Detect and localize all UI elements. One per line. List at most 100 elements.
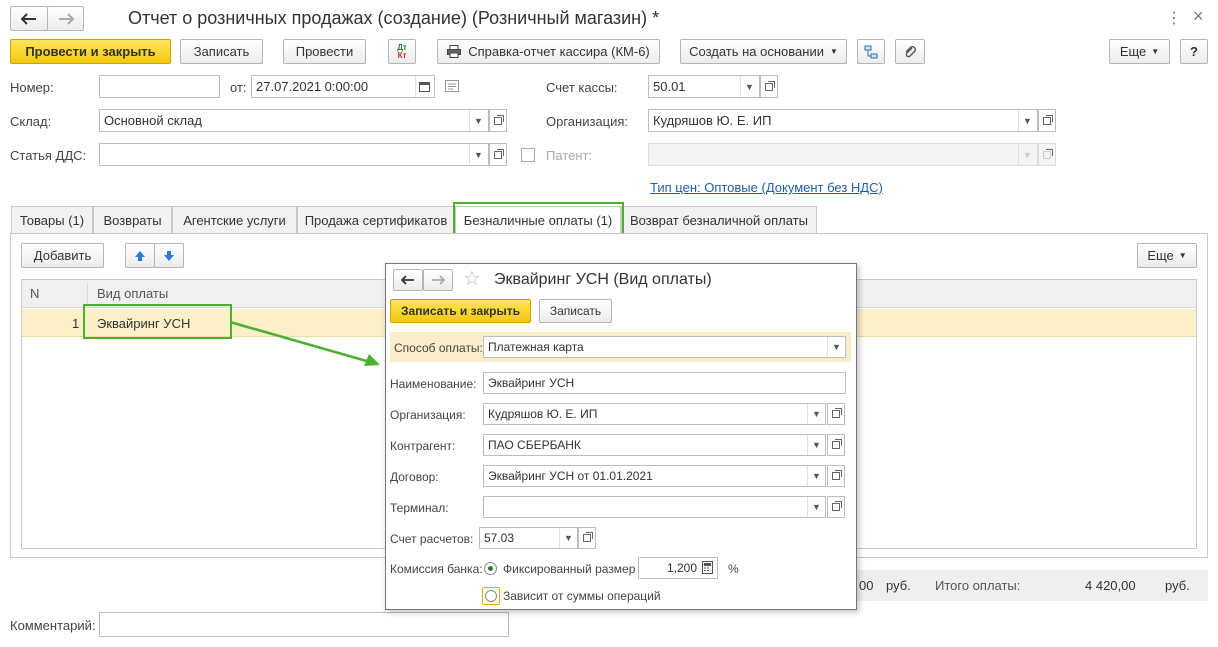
more-vertical-icon[interactable]: ⋮ xyxy=(1166,8,1182,28)
partial-currency: руб. xyxy=(886,578,911,593)
tab-goods[interactable]: Товары (1) xyxy=(11,206,93,233)
radio-circle xyxy=(485,590,497,602)
more-button[interactable]: Еще ▼ xyxy=(1109,39,1170,64)
open-dds-button[interactable] xyxy=(489,143,507,166)
fixed-radio[interactable] xyxy=(484,562,497,575)
comment-field[interactable] xyxy=(99,612,509,637)
open-icon xyxy=(494,148,504,159)
tab-agent-services[interactable]: Агентские услуги xyxy=(172,206,297,233)
close-icon[interactable]: × xyxy=(1193,6,1204,27)
open-contract-button[interactable] xyxy=(827,465,845,487)
popup-org-field[interactable]: Кудряшов Ю. Е. ИП xyxy=(483,403,826,425)
chevron-down-icon[interactable]: ▼ xyxy=(807,466,825,486)
chevron-down-icon: ▼ xyxy=(1151,47,1160,56)
open-icon xyxy=(494,114,504,125)
warehouse-field[interactable]: Основной склад xyxy=(99,109,489,132)
chevron-down-icon[interactable]: ▼ xyxy=(807,497,825,517)
back-button[interactable] xyxy=(10,6,48,31)
terminal-field[interactable] xyxy=(483,496,826,518)
arrow-right-icon xyxy=(432,275,445,285)
save-button[interactable]: Записать xyxy=(180,39,263,64)
method-label: Способ оплаты: xyxy=(394,341,483,355)
dt-kt-button[interactable]: Дт Кт xyxy=(388,39,416,64)
date-field[interactable]: 27.07.2021 0:00:00 xyxy=(251,75,435,98)
add-button[interactable]: Добавить xyxy=(21,243,104,268)
popup-back-button[interactable] xyxy=(393,269,423,291)
open-settle-account-button[interactable] xyxy=(578,527,596,549)
tab-cashless-returns[interactable]: Возврат безналичной оплаты xyxy=(621,206,817,233)
cashier-report-button[interactable]: Справка-отчет кассира (КМ-6) xyxy=(437,39,660,64)
settle-account-label: Счет расчетов: xyxy=(390,532,474,546)
dds-field[interactable] xyxy=(99,143,489,166)
column-n: N xyxy=(30,286,40,301)
patent-checkbox[interactable] xyxy=(521,148,535,162)
chevron-down-icon[interactable]: ▼ xyxy=(807,404,825,424)
popup-open-org-button[interactable] xyxy=(827,403,845,425)
arrow-left-icon xyxy=(21,12,36,25)
open-cash-account-button[interactable] xyxy=(760,75,778,98)
chevron-down-icon[interactable]: ▼ xyxy=(807,435,825,455)
counterparty-field[interactable]: ПАО СБЕРБАНК xyxy=(483,434,826,456)
open-icon xyxy=(832,408,842,418)
tab-certificates[interactable]: Продажа сертификатов xyxy=(297,206,455,233)
total-value: 4 420,00 xyxy=(1085,578,1136,593)
depends-label: Зависит от суммы операций xyxy=(503,589,661,603)
paperclip-icon xyxy=(905,45,916,57)
open-terminal-button[interactable] xyxy=(827,496,845,518)
post-button[interactable]: Провести xyxy=(283,39,366,64)
column-divider xyxy=(87,284,88,304)
cash-account-label: Счет кассы: xyxy=(546,80,618,95)
chevron-down-icon[interactable]: ▼ xyxy=(740,76,758,97)
more-label: Еще xyxy=(1119,44,1147,59)
star-icon[interactable]: ☆ xyxy=(463,266,481,291)
chevron-down-icon[interactable]: ▼ xyxy=(827,337,845,357)
attach-button[interactable] xyxy=(895,39,925,64)
post-and-close-button[interactable]: Провести и закрыть xyxy=(10,39,171,64)
name-field[interactable]: Эквайринг УСН xyxy=(483,372,846,394)
counterparty-label: Контрагент: xyxy=(390,439,456,453)
tab-returns[interactable]: Возвраты xyxy=(93,206,172,233)
open-icon xyxy=(583,532,593,542)
popup-title: Эквайринг УСН (Вид оплаты) xyxy=(494,271,712,288)
open-icon xyxy=(832,439,842,449)
open-counterparty-button[interactable] xyxy=(827,434,845,456)
contract-field[interactable]: Эквайринг УСН от 01.01.2021 xyxy=(483,465,826,487)
popup-org-label: Организация: xyxy=(390,408,466,422)
move-down-button[interactable] xyxy=(154,243,184,268)
calendar-icon[interactable] xyxy=(415,76,433,97)
method-field[interactable]: Платежная карта xyxy=(483,336,846,358)
forward-button[interactable] xyxy=(47,6,84,31)
chevron-down-icon[interactable]: ▼ xyxy=(469,144,487,165)
open-warehouse-button[interactable] xyxy=(489,109,507,132)
popup-forward-button[interactable] xyxy=(423,269,453,291)
popup-save-close-button[interactable]: Записать и закрыть xyxy=(390,299,531,323)
warehouse-label: Склад: xyxy=(10,114,52,129)
number-field[interactable] xyxy=(99,75,220,98)
comment-label: Комментарий: xyxy=(10,618,96,633)
open-icon xyxy=(832,501,842,511)
open-icon xyxy=(765,80,775,91)
info-icon[interactable] xyxy=(445,80,459,95)
depends-radio[interactable] xyxy=(482,587,500,605)
organization-field[interactable]: Кудряшов Ю. Е. ИП xyxy=(648,109,1038,132)
structure-icon xyxy=(864,45,878,58)
price-type-link[interactable]: Тип цен: Оптовые (Документ без НДС) xyxy=(650,180,883,195)
open-organization-button[interactable] xyxy=(1038,109,1056,132)
chevron-down-icon[interactable]: ▼ xyxy=(1018,110,1036,131)
arrow-right-icon xyxy=(58,12,74,25)
date-from-label: от: xyxy=(230,80,247,95)
create-based-button[interactable]: Создать на основании ▼ xyxy=(680,39,847,64)
number-label: Номер: xyxy=(10,80,54,95)
arrow-down-icon xyxy=(164,250,174,261)
percent-sign: % xyxy=(728,562,739,576)
calculator-icon[interactable] xyxy=(702,561,713,577)
arrow-up-icon xyxy=(135,250,145,261)
help-button[interactable]: ? xyxy=(1180,39,1208,64)
table-more-button[interactable]: Еще ▼ xyxy=(1137,243,1197,268)
structure-button[interactable] xyxy=(857,39,885,64)
chevron-down-icon[interactable]: ▼ xyxy=(559,528,577,548)
pointer-arrow xyxy=(229,320,380,366)
move-up-button[interactable] xyxy=(125,243,155,268)
popup-save-button[interactable]: Записать xyxy=(539,299,612,323)
chevron-down-icon[interactable]: ▼ xyxy=(469,110,487,131)
